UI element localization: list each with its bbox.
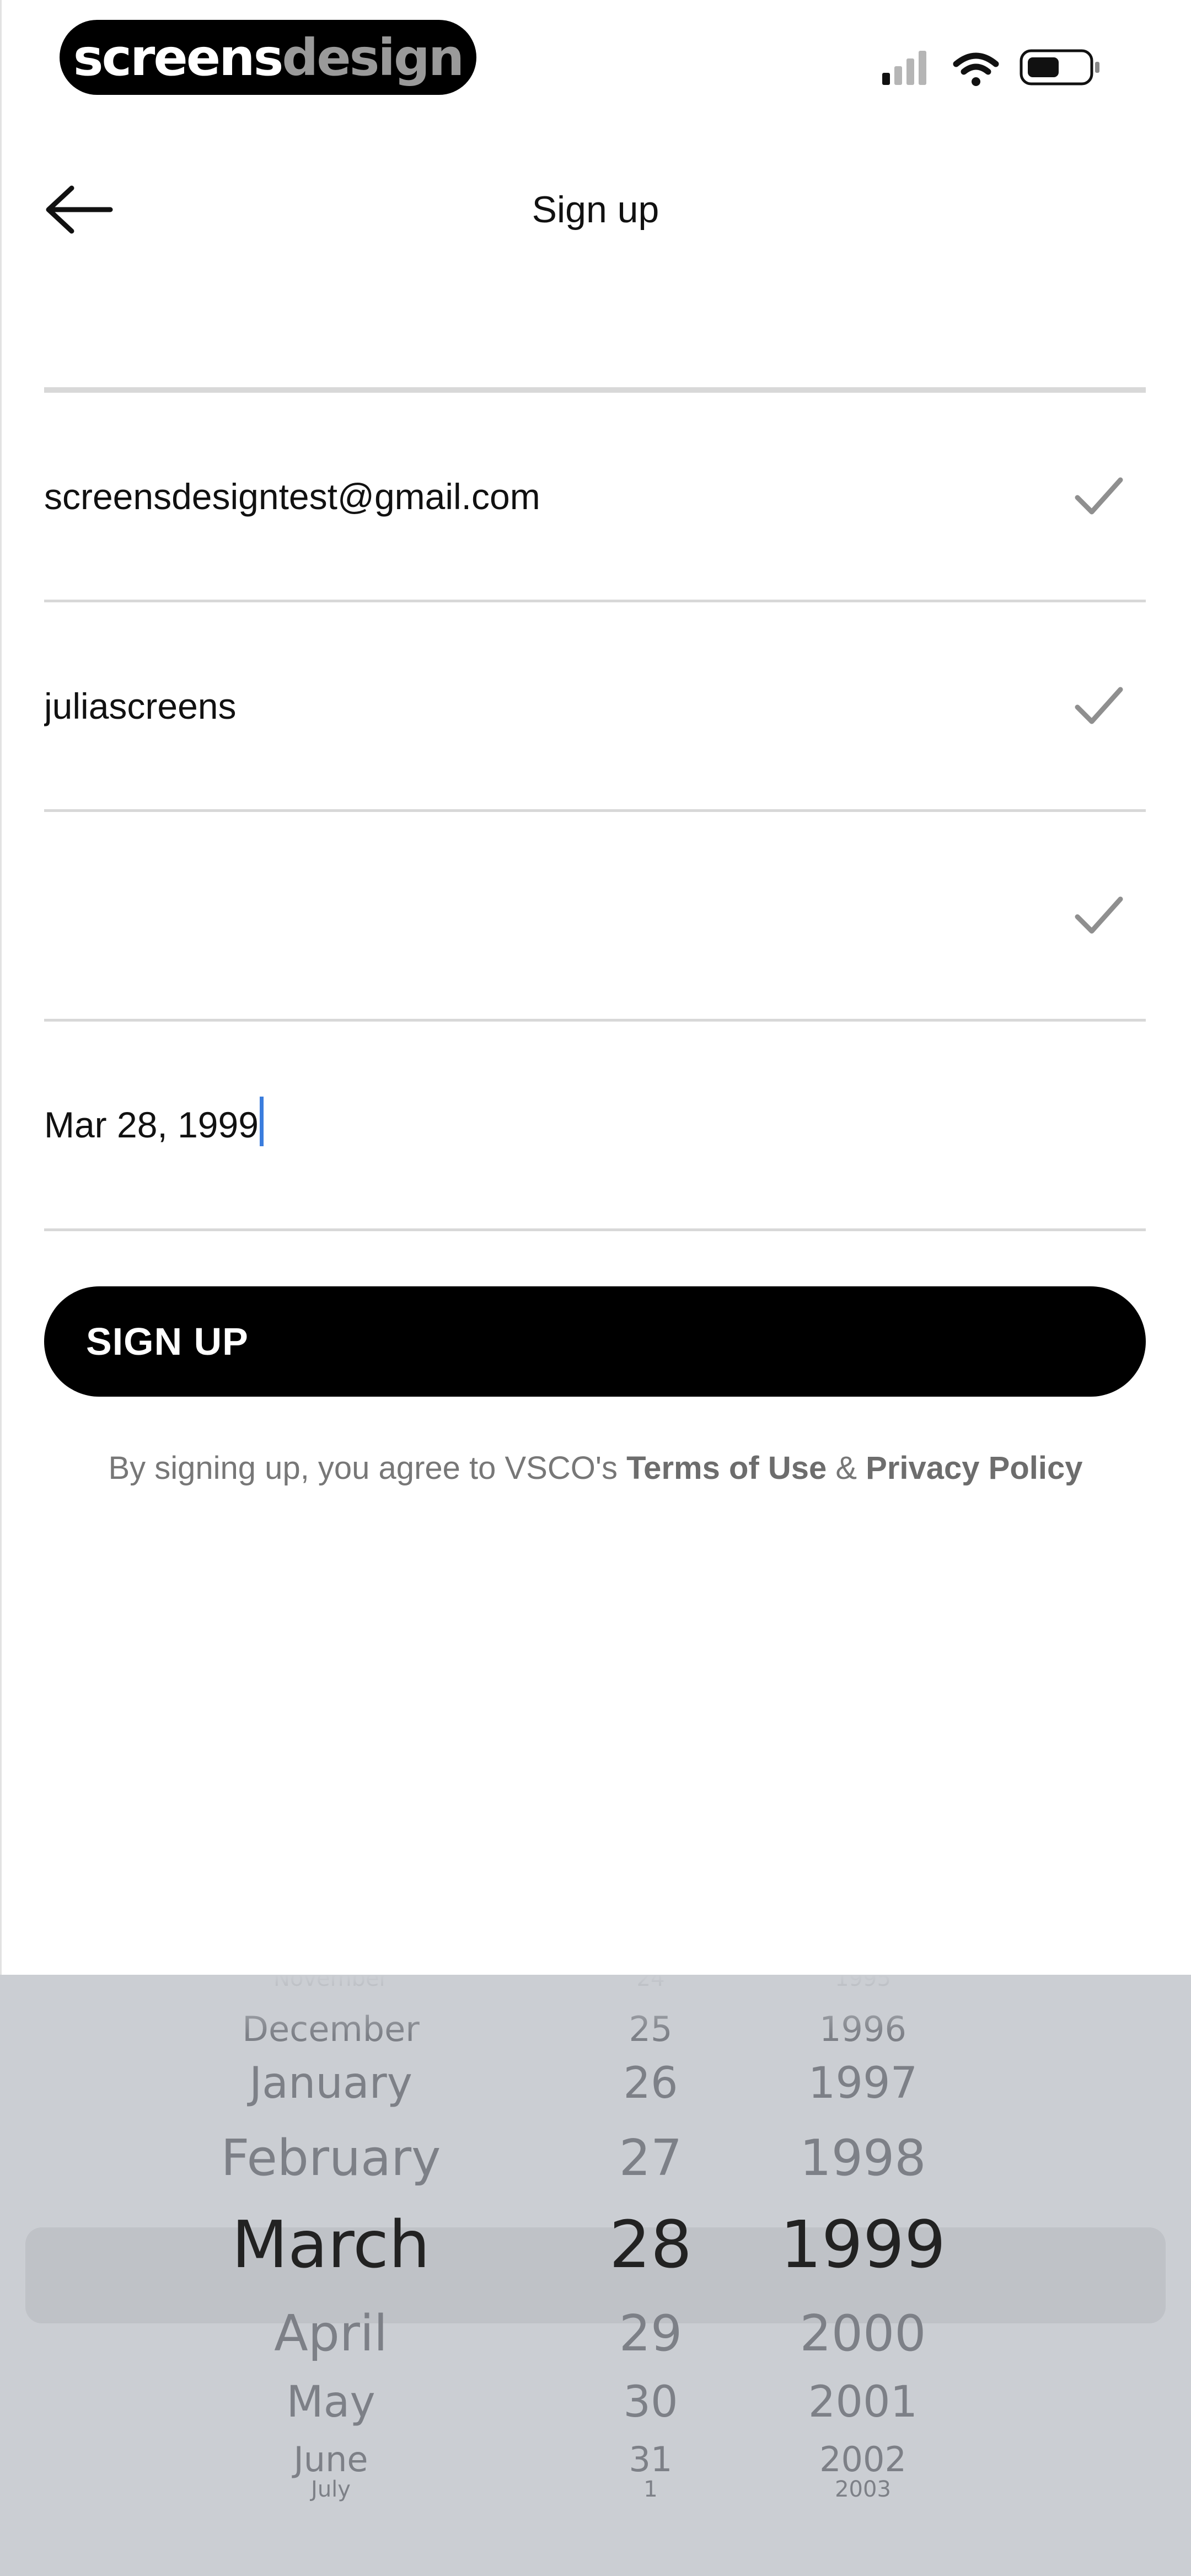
birthday-field-row[interactable]: Mar 28, 1999	[44, 1019, 1146, 1231]
battery-icon	[1020, 49, 1099, 85]
cellular-signal-icon	[882, 51, 926, 85]
picker-year-option[interactable]: 1995	[835, 1975, 891, 1991]
picker-year-option[interactable]: 1999	[780, 2206, 946, 2283]
status-icons	[882, 49, 1114, 87]
brand-logo: screens design	[60, 20, 476, 95]
sign-up-button[interactable]: SIGN UP	[44, 1286, 1146, 1397]
terms-prefix: By signing up, you agree to VSCO's	[108, 1450, 618, 1486]
check-icon	[1075, 687, 1123, 724]
privacy-policy-link[interactable]: Privacy Policy	[866, 1450, 1082, 1486]
birthday-value: Mar 28, 1999	[44, 1104, 259, 1145]
password-field[interactable]	[44, 812, 981, 1019]
picker-year-option[interactable]: 1997	[808, 2059, 918, 2108]
username-field-row	[44, 600, 1146, 809]
picker-year-option[interactable]: 2002	[819, 2439, 906, 2479]
picker-year-column[interactable]: 1995 1996 1997 1998 1999 2000 2001 2002 2003	[0, 1975, 1191, 2576]
brand-part-2: design	[282, 28, 464, 87]
terms-notice: By signing up, you agree to VSCO's Terms…	[0, 1450, 1191, 1487]
picker-year-option[interactable]: 2001	[808, 2377, 918, 2427]
password-field-row	[44, 809, 1146, 1019]
nav-bar: Sign up	[0, 160, 1191, 259]
brand-part-1: screens	[73, 28, 284, 87]
text-caret	[259, 1097, 264, 1146]
signup-form: Mar 28, 1999	[44, 387, 1146, 1231]
username-field[interactable]	[44, 602, 981, 809]
signal-wifi-battery-icons	[882, 49, 1099, 86]
check-icon	[1075, 896, 1123, 934]
check-icon	[1075, 477, 1123, 515]
page-title: Sign up	[532, 189, 659, 231]
picker-year-option[interactable]: 2000	[800, 2305, 926, 2363]
picker-year-option[interactable]: 1998	[800, 2129, 926, 2187]
status-bar: screens design	[0, 0, 1191, 127]
picker-year-option[interactable]: 2003	[835, 2477, 891, 2502]
terms-of-use-link[interactable]: Terms of Use	[626, 1450, 827, 1486]
birthday-field[interactable]: Mar 28, 1999	[44, 1022, 264, 1228]
email-field[interactable]	[44, 393, 981, 600]
picker-year-option[interactable]: 1996	[819, 2009, 906, 2049]
wifi-icon	[953, 52, 999, 86]
date-picker[interactable]: November December January February March Apri…	[0, 1975, 1191, 2576]
terms-amp: &	[835, 1450, 857, 1486]
email-field-row	[44, 390, 1146, 600]
